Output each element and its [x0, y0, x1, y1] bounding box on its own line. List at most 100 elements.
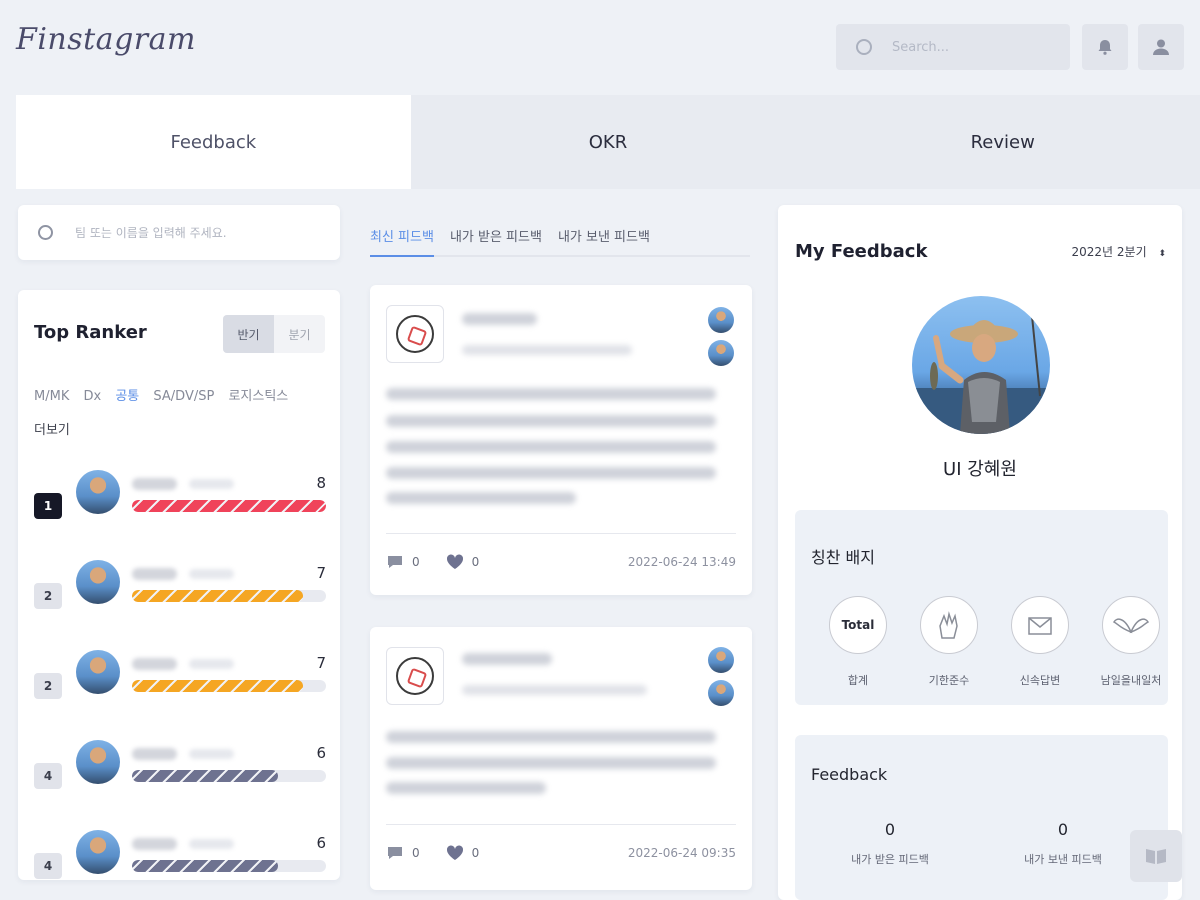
period-select[interactable]: 2022년 2분기 ⬍	[1072, 243, 1166, 260]
ranker-team-blurred	[189, 749, 234, 759]
team-logo-icon	[396, 315, 434, 353]
avatar	[708, 340, 734, 366]
floating-book-button[interactable]	[1130, 830, 1182, 882]
feedback-text-blurred	[386, 467, 716, 479]
received-feedback-label: 내가 받은 피드백	[851, 853, 929, 866]
bell-icon	[1098, 40, 1112, 55]
comment-icon[interactable]	[386, 554, 404, 570]
notification-button[interactable]	[1082, 24, 1128, 70]
tab-okr[interactable]: OKR	[410, 95, 806, 189]
search-icon	[856, 39, 872, 55]
rank-badge: 4	[34, 853, 62, 879]
member-search-placeholder: 팀 또는 이름을 입력해 주세요.	[75, 226, 227, 240]
ranker-name-blurred	[132, 658, 177, 670]
book-icon	[1146, 849, 1166, 864]
avatar	[76, 650, 120, 694]
tab-feedback[interactable]: Feedback	[16, 95, 411, 189]
feedback-date: 2022-06-24 09:35	[627, 845, 736, 860]
score-bar-fill	[132, 770, 278, 782]
more-link[interactable]: 더보기	[34, 414, 70, 448]
team-filters: M/MK Dx 공통 SA/DV/SP 로지스틱스 더보기	[34, 380, 334, 448]
ranker-score: 7	[316, 654, 326, 672]
badge-deadline[interactable]: 기한준수	[914, 596, 984, 688]
badge-helpful[interactable]: 남일을내일처	[1096, 596, 1166, 688]
feedback-date: 2022-06-24 13:49	[627, 554, 736, 569]
score-bar	[132, 860, 326, 872]
member-search-input[interactable]: 팀 또는 이름을 입력해 주세요.	[18, 205, 340, 260]
score-bar	[132, 770, 326, 782]
avatar	[76, 740, 120, 784]
feedback-text-blurred	[386, 415, 716, 427]
avatar	[708, 647, 734, 673]
ranker-score: 8	[316, 474, 326, 492]
comment-count: 0	[412, 845, 420, 860]
badge-quick-reply[interactable]: 신속답변	[1005, 596, 1075, 688]
filter-common[interactable]: 공통	[115, 380, 139, 414]
subtab-received-feedback[interactable]: 내가 받은 피드백	[450, 215, 542, 255]
badge-label: 합계	[847, 674, 869, 687]
received-feedback-stat: 0 내가 받은 피드백	[810, 820, 970, 867]
sent-feedback-count: 0	[1057, 820, 1069, 839]
profile-avatar	[912, 296, 1050, 434]
ranker-team-blurred	[189, 839, 234, 849]
toggle-quarter[interactable]: 분기	[274, 315, 325, 353]
ranker-team-blurred	[189, 659, 234, 669]
feedback-text-blurred	[386, 782, 546, 794]
app-header: Finstagram Search...	[0, 0, 1200, 95]
badge-label: 기한준수	[928, 674, 970, 687]
ranker-row[interactable]: 4 6	[34, 740, 326, 800]
toggle-half-year[interactable]: 반기	[223, 315, 274, 353]
like-count: 0	[471, 554, 480, 569]
ranker-name-blurred	[132, 748, 177, 760]
feedback-count-title: Feedback	[811, 765, 888, 784]
rank-badge: 2	[34, 673, 62, 699]
tab-review[interactable]: Review	[805, 95, 1200, 189]
filter-mmk[interactable]: M/MK	[34, 380, 69, 414]
comment-count: 0	[412, 554, 420, 569]
ranker-row[interactable]: 2 7	[34, 650, 326, 710]
main-tabs: Feedback OKR Review	[16, 95, 1200, 189]
avatar	[76, 830, 120, 874]
profile-button[interactable]	[1138, 24, 1184, 70]
ranker-row[interactable]: 2 7	[34, 560, 326, 620]
score-bar	[132, 590, 326, 602]
top-ranker-title: Top Ranker	[34, 322, 147, 343]
feedback-card[interactable]: 0 0 2022-06-24 13:49	[370, 285, 752, 595]
badge-label: 남일을내일처	[1100, 674, 1162, 687]
comment-icon[interactable]	[386, 845, 404, 861]
praise-badges-title: 칭찬 배지	[811, 548, 875, 567]
app-logo[interactable]: Finstagram	[16, 22, 196, 57]
score-bar	[132, 680, 326, 692]
my-feedback-title: My Feedback	[795, 241, 928, 262]
badge-total[interactable]: Total 합계	[823, 596, 893, 688]
filter-logistics[interactable]: 로지스틱스	[228, 380, 288, 414]
feedback-text-blurred	[386, 731, 716, 743]
subtab-sent-feedback[interactable]: 내가 보낸 피드백	[558, 215, 650, 255]
heart-icon[interactable]	[446, 844, 464, 861]
avatar	[76, 470, 120, 514]
search-icon	[38, 225, 53, 240]
wings-icon	[1102, 596, 1160, 654]
global-search-input[interactable]: Search...	[836, 24, 1070, 70]
feedback-count-section: Feedback 0 내가 받은 피드백 0 내가 보낸 피드백	[795, 735, 1168, 900]
filter-dx[interactable]: Dx	[83, 380, 101, 414]
filter-sa-dv-sp[interactable]: SA/DV/SP	[153, 380, 214, 414]
avatar	[76, 560, 120, 604]
ranker-name-blurred	[132, 478, 177, 490]
rank-badge: 1	[34, 493, 62, 519]
ranker-row[interactable]: 1 8	[34, 470, 326, 530]
heart-icon[interactable]	[446, 553, 464, 570]
period-value: 2022년 2분기	[1071, 245, 1147, 259]
feedback-card[interactable]: 0 0 2022-06-24 09:35	[370, 627, 752, 890]
hand-icon	[920, 596, 978, 654]
ranker-row[interactable]: 4 6	[34, 830, 326, 880]
subtab-latest-feedback[interactable]: 최신 피드백	[370, 215, 434, 257]
team-logo	[386, 647, 444, 705]
score-bar	[132, 500, 326, 512]
rank-badge: 4	[34, 763, 62, 789]
user-name: UI 강혜원	[943, 459, 1017, 480]
score-bar-fill	[132, 590, 303, 602]
avatar	[708, 680, 734, 706]
total-badge-icon: Total	[829, 596, 887, 654]
feedback-text-blurred	[386, 757, 716, 769]
